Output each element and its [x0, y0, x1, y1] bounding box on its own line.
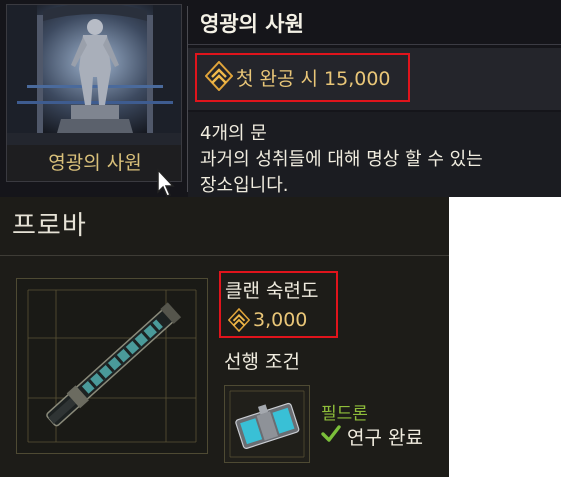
item-divider: [0, 255, 449, 256]
mouse-cursor-icon: [157, 168, 175, 197]
statue-hall-image: [7, 5, 181, 147]
description-line-1: 과거의 성취들에 대해 명상 할 수 있는: [200, 149, 483, 170]
room-subtitle: 4개의 문: [200, 123, 267, 144]
room-title: 영광의 사원: [200, 12, 304, 36]
check-icon: [321, 425, 341, 442]
description-line-2: 장소입니다.: [200, 175, 289, 196]
clan-mastery-value: 3,000: [253, 309, 308, 331]
clan-mastery-label: 클랜 숙련도: [225, 280, 319, 302]
prerequisite-label: 선행 조건: [224, 351, 300, 373]
prerequisite-status: 연구 완료: [347, 427, 423, 449]
standing-icon: [228, 308, 250, 332]
title-divider: [188, 44, 561, 45]
prerequisite-name: 필드론: [321, 404, 368, 424]
room-thumbnail-card[interactable]: 영광의 사원: [6, 4, 182, 182]
first-completion-reward: 첫 완공 시 15,000: [236, 68, 391, 90]
probe-weapon-image[interactable]: [16, 278, 208, 454]
item-name: 프로바: [12, 211, 87, 241]
standing-icon: [205, 61, 233, 91]
fieldron-item-image[interactable]: [224, 385, 310, 463]
